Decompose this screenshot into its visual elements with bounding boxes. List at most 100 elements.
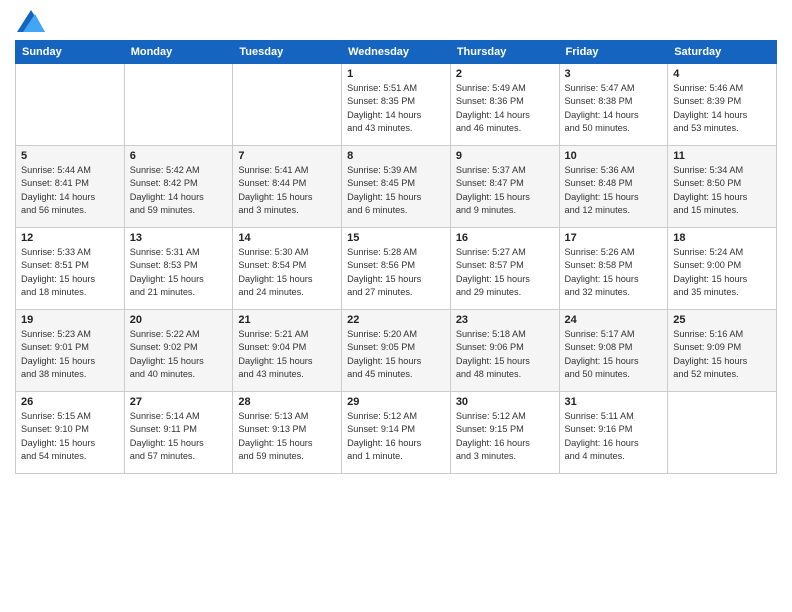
calendar-cell: 29 Sunrise: 5:12 AM Sunset: 9:14 PM Dayli…: [342, 392, 451, 474]
calendar-cell: 28 Sunrise: 5:13 AM Sunset: 9:13 PM Dayli…: [233, 392, 342, 474]
day-number: 8: [347, 150, 445, 162]
day-number: 22: [347, 314, 445, 326]
day-of-week-header: Monday: [124, 41, 233, 64]
day-info: Sunrise: 5:26 AM Sunset: 8:58 PM Dayligh…: [565, 246, 663, 299]
calendar-cell: 18 Sunrise: 5:24 AM Sunset: 9:00 PM Dayli…: [668, 228, 777, 310]
day-number: 19: [21, 314, 119, 326]
day-number: 17: [565, 232, 663, 244]
day-info: Sunrise: 5:46 AM Sunset: 8:39 PM Dayligh…: [673, 82, 771, 135]
calendar-cell: 7Sunrise: 5:41 AM Sunset: 8:44 PM Daylig…: [233, 146, 342, 228]
calendar-page: SundayMondayTuesdayWednesdayThursdayFrid…: [0, 0, 792, 612]
day-info: Sunrise: 5:44 AM Sunset: 8:41 PM Dayligh…: [21, 164, 119, 217]
calendar-cell: 1 Sunrise: 5:51 AM Sunset: 8:35 PM Daylig…: [342, 64, 451, 146]
day-info: Sunrise: 5:23 AM Sunset: 9:01 PM Dayligh…: [21, 328, 119, 381]
day-number: 15: [347, 232, 445, 244]
calendar-table: SundayMondayTuesdayWednesdayThursdayFrid…: [15, 40, 777, 474]
calendar-cell: [16, 64, 125, 146]
day-info: Sunrise: 5:21 AM Sunset: 9:04 PM Dayligh…: [238, 328, 336, 381]
calendar-cell: 15 Sunrise: 5:28 AM Sunset: 8:56 PM Dayli…: [342, 228, 451, 310]
day-info: Sunrise: 5:24 AM Sunset: 9:00 PM Dayligh…: [673, 246, 771, 299]
day-number: 24: [565, 314, 663, 326]
calendar-cell: 13 Sunrise: 5:31 AM Sunset: 8:53 PM Dayli…: [124, 228, 233, 310]
calendar-cell: 22Sunrise: 5:20 AM Sunset: 9:05 PM Dayli…: [342, 310, 451, 392]
day-of-week-header: Saturday: [668, 41, 777, 64]
day-number: 27: [130, 396, 228, 408]
calendar-week-row: 5 Sunrise: 5:44 AM Sunset: 8:41 PM Daylig…: [16, 146, 777, 228]
day-number: 21: [238, 314, 336, 326]
day-info: Sunrise: 5:28 AM Sunset: 8:56 PM Dayligh…: [347, 246, 445, 299]
day-number: 29: [347, 396, 445, 408]
calendar-header-row: SundayMondayTuesdayWednesdayThursdayFrid…: [16, 41, 777, 64]
day-info: Sunrise: 5:39 AM Sunset: 8:45 PM Dayligh…: [347, 164, 445, 217]
calendar-cell: 4 Sunrise: 5:46 AM Sunset: 8:39 PM Daylig…: [668, 64, 777, 146]
day-info: Sunrise: 5:51 AM Sunset: 8:35 PM Dayligh…: [347, 82, 445, 135]
calendar-cell: 17 Sunrise: 5:26 AM Sunset: 8:58 PM Dayli…: [559, 228, 668, 310]
logo: [15, 14, 45, 32]
day-number: 30: [456, 396, 554, 408]
calendar-cell: 31Sunrise: 5:11 AM Sunset: 9:16 PM Dayli…: [559, 392, 668, 474]
calendar-cell: 11 Sunrise: 5:34 AM Sunset: 8:50 PM Dayli…: [668, 146, 777, 228]
day-info: Sunrise: 5:36 AM Sunset: 8:48 PM Dayligh…: [565, 164, 663, 217]
calendar-cell: 14Sunrise: 5:30 AM Sunset: 8:54 PM Dayli…: [233, 228, 342, 310]
day-number: 11: [673, 150, 771, 162]
header: [15, 10, 777, 32]
day-number: 1: [347, 68, 445, 80]
calendar-cell: 24 Sunrise: 5:17 AM Sunset: 9:08 PM Dayli…: [559, 310, 668, 392]
day-of-week-header: Friday: [559, 41, 668, 64]
day-number: 3: [565, 68, 663, 80]
day-number: 12: [21, 232, 119, 244]
calendar-cell: [668, 392, 777, 474]
calendar-cell: 27 Sunrise: 5:14 AM Sunset: 9:11 PM Dayli…: [124, 392, 233, 474]
calendar-cell: 20Sunrise: 5:22 AM Sunset: 9:02 PM Dayli…: [124, 310, 233, 392]
calendar-cell: [233, 64, 342, 146]
day-number: 4: [673, 68, 771, 80]
calendar-cell: 23Sunrise: 5:18 AM Sunset: 9:06 PM Dayli…: [450, 310, 559, 392]
day-info: Sunrise: 5:13 AM Sunset: 9:13 PM Dayligh…: [238, 410, 336, 463]
calendar-cell: 25 Sunrise: 5:16 AM Sunset: 9:09 PM Dayli…: [668, 310, 777, 392]
day-info: Sunrise: 5:33 AM Sunset: 8:51 PM Dayligh…: [21, 246, 119, 299]
day-of-week-header: Wednesday: [342, 41, 451, 64]
calendar-week-row: 1 Sunrise: 5:51 AM Sunset: 8:35 PM Daylig…: [16, 64, 777, 146]
day-info: Sunrise: 5:16 AM Sunset: 9:09 PM Dayligh…: [673, 328, 771, 381]
calendar-cell: 10 Sunrise: 5:36 AM Sunset: 8:48 PM Dayli…: [559, 146, 668, 228]
day-info: Sunrise: 5:37 AM Sunset: 8:47 PM Dayligh…: [456, 164, 554, 217]
day-info: Sunrise: 5:12 AM Sunset: 9:15 PM Dayligh…: [456, 410, 554, 463]
day-number: 23: [456, 314, 554, 326]
day-info: Sunrise: 5:31 AM Sunset: 8:53 PM Dayligh…: [130, 246, 228, 299]
day-info: Sunrise: 5:17 AM Sunset: 9:08 PM Dayligh…: [565, 328, 663, 381]
day-number: 5: [21, 150, 119, 162]
day-number: 9: [456, 150, 554, 162]
day-number: 6: [130, 150, 228, 162]
day-number: 18: [673, 232, 771, 244]
day-info: Sunrise: 5:34 AM Sunset: 8:50 PM Dayligh…: [673, 164, 771, 217]
calendar-cell: 26 Sunrise: 5:15 AM Sunset: 9:10 PM Dayli…: [16, 392, 125, 474]
day-info: Sunrise: 5:47 AM Sunset: 8:38 PM Dayligh…: [565, 82, 663, 135]
day-number: 28: [238, 396, 336, 408]
calendar-cell: 8 Sunrise: 5:39 AM Sunset: 8:45 PM Daylig…: [342, 146, 451, 228]
day-number: 2: [456, 68, 554, 80]
calendar-cell: 21 Sunrise: 5:21 AM Sunset: 9:04 PM Dayli…: [233, 310, 342, 392]
day-number: 26: [21, 396, 119, 408]
calendar-cell: 6 Sunrise: 5:42 AM Sunset: 8:42 PM Daylig…: [124, 146, 233, 228]
calendar-cell: 30 Sunrise: 5:12 AM Sunset: 9:15 PM Dayli…: [450, 392, 559, 474]
calendar-week-row: 26 Sunrise: 5:15 AM Sunset: 9:10 PM Dayli…: [16, 392, 777, 474]
day-info: Sunrise: 5:12 AM Sunset: 9:14 PM Dayligh…: [347, 410, 445, 463]
day-info: Sunrise: 5:27 AM Sunset: 8:57 PM Dayligh…: [456, 246, 554, 299]
day-info: Sunrise: 5:30 AM Sunset: 8:54 PM Dayligh…: [238, 246, 336, 299]
day-of-week-header: Thursday: [450, 41, 559, 64]
day-info: Sunrise: 5:14 AM Sunset: 9:11 PM Dayligh…: [130, 410, 228, 463]
day-number: 25: [673, 314, 771, 326]
day-info: Sunrise: 5:15 AM Sunset: 9:10 PM Dayligh…: [21, 410, 119, 463]
day-number: 20: [130, 314, 228, 326]
calendar-cell: 9 Sunrise: 5:37 AM Sunset: 8:47 PM Daylig…: [450, 146, 559, 228]
calendar-cell: [124, 64, 233, 146]
calendar-week-row: 19 Sunrise: 5:23 AM Sunset: 9:01 PM Dayli…: [16, 310, 777, 392]
day-of-week-header: Tuesday: [233, 41, 342, 64]
day-number: 10: [565, 150, 663, 162]
calendar-cell: 5 Sunrise: 5:44 AM Sunset: 8:41 PM Daylig…: [16, 146, 125, 228]
day-number: 16: [456, 232, 554, 244]
day-info: Sunrise: 5:42 AM Sunset: 8:42 PM Dayligh…: [130, 164, 228, 217]
calendar-week-row: 12 Sunrise: 5:33 AM Sunset: 8:51 PM Dayli…: [16, 228, 777, 310]
day-number: 13: [130, 232, 228, 244]
calendar-cell: 12 Sunrise: 5:33 AM Sunset: 8:51 PM Dayli…: [16, 228, 125, 310]
